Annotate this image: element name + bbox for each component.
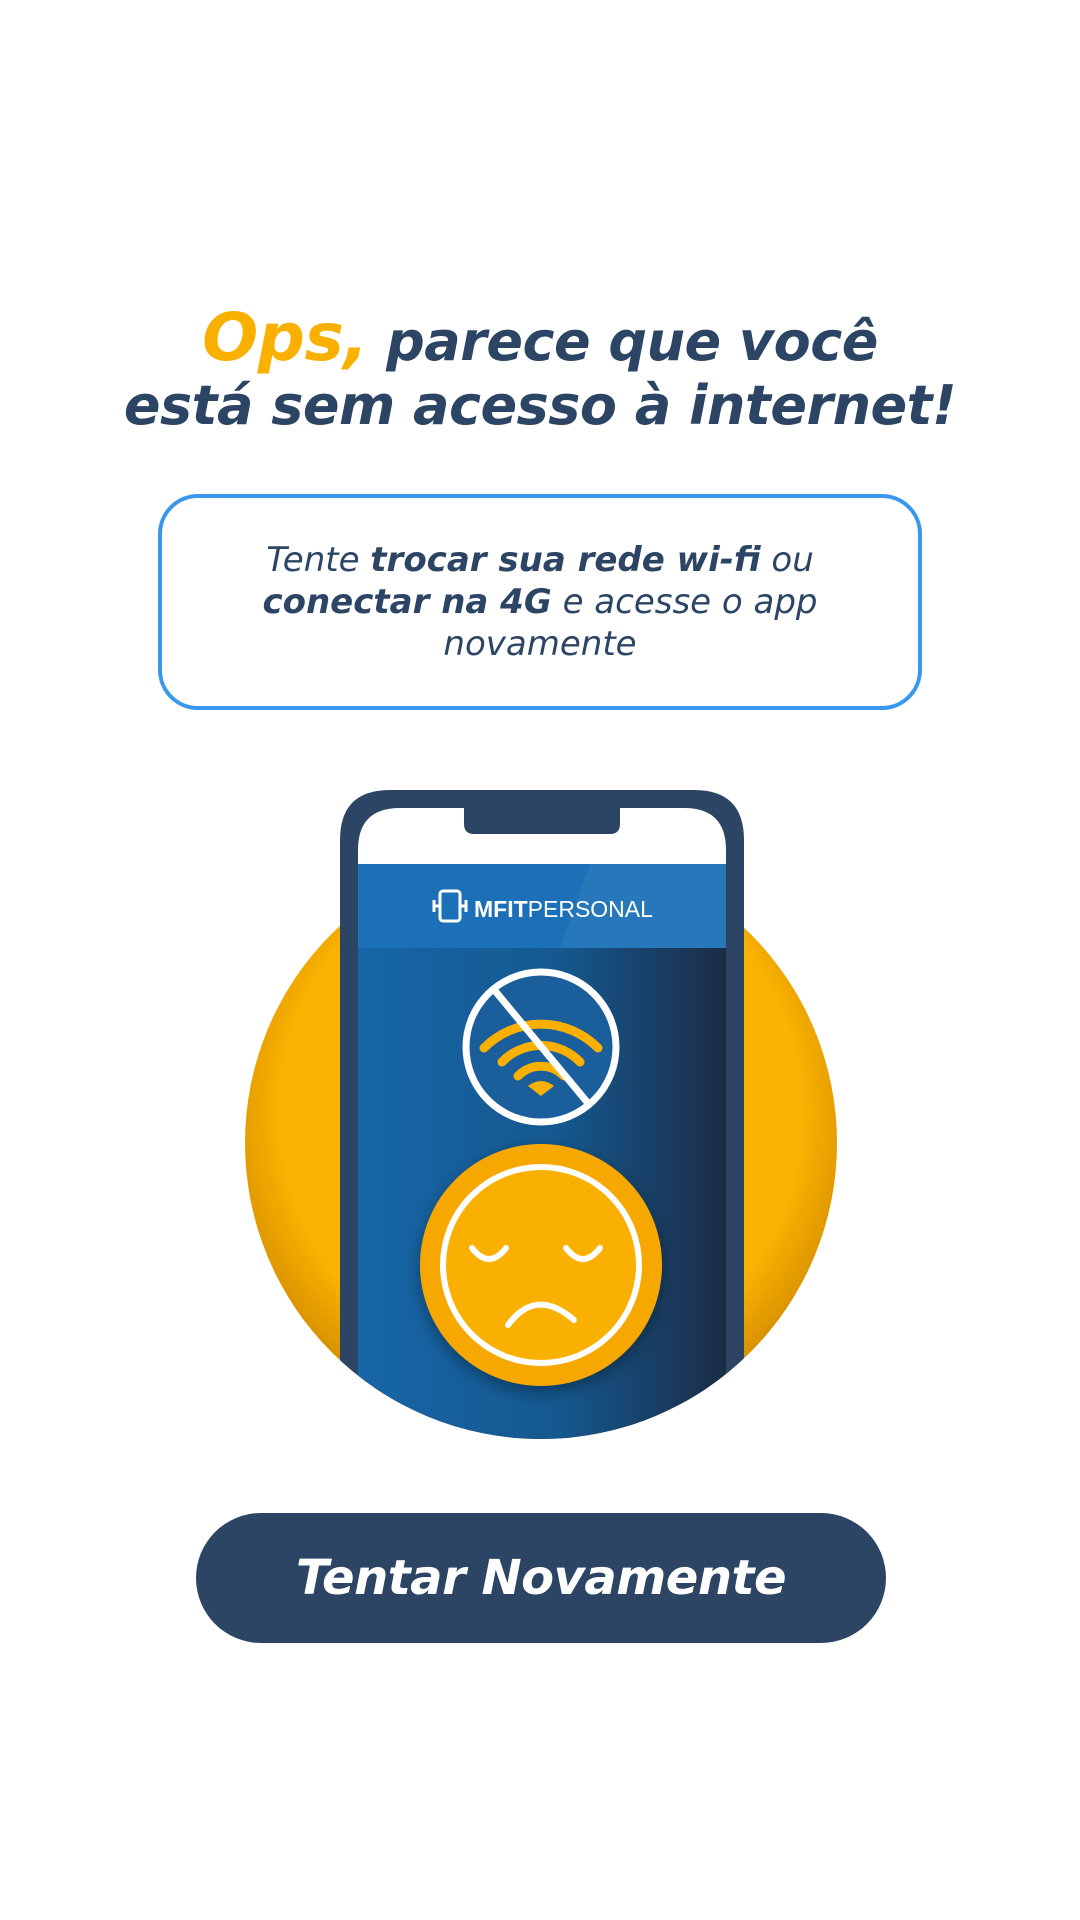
brand-light: PERSONAL — [528, 896, 653, 922]
sad-face-icon — [420, 1144, 662, 1386]
hint-text-bold-wifi: trocar sua rede wi-fi — [370, 540, 761, 580]
page-title: Ops, parece que você está sem acesso à i… — [0, 305, 1080, 438]
retry-button[interactable]: Tentar Novamente — [196, 1513, 886, 1643]
title-accent: Ops, — [202, 299, 368, 376]
hint-message-text: Tente trocar sua rede wi-fi ou conectar … — [240, 539, 840, 665]
title-line2: está sem acesso à internet! — [123, 374, 957, 437]
brand-bold: MFIT — [474, 896, 528, 922]
hint-text-part2: ou — [760, 540, 814, 580]
no-wifi-icon — [462, 968, 620, 1126]
hint-message-box: Tente trocar sua rede wi-fi ou conectar … — [158, 494, 922, 710]
phone-notch — [464, 806, 620, 834]
title-line1: parece que você — [367, 310, 878, 373]
no-connection-illustration: MFITPERSONAL — [245, 790, 837, 1439]
hint-text-bold-4g: conectar na 4G — [262, 582, 552, 622]
svg-text:MFITPERSONAL: MFITPERSONAL — [474, 896, 653, 922]
hint-text-part1: Tente — [266, 540, 371, 580]
